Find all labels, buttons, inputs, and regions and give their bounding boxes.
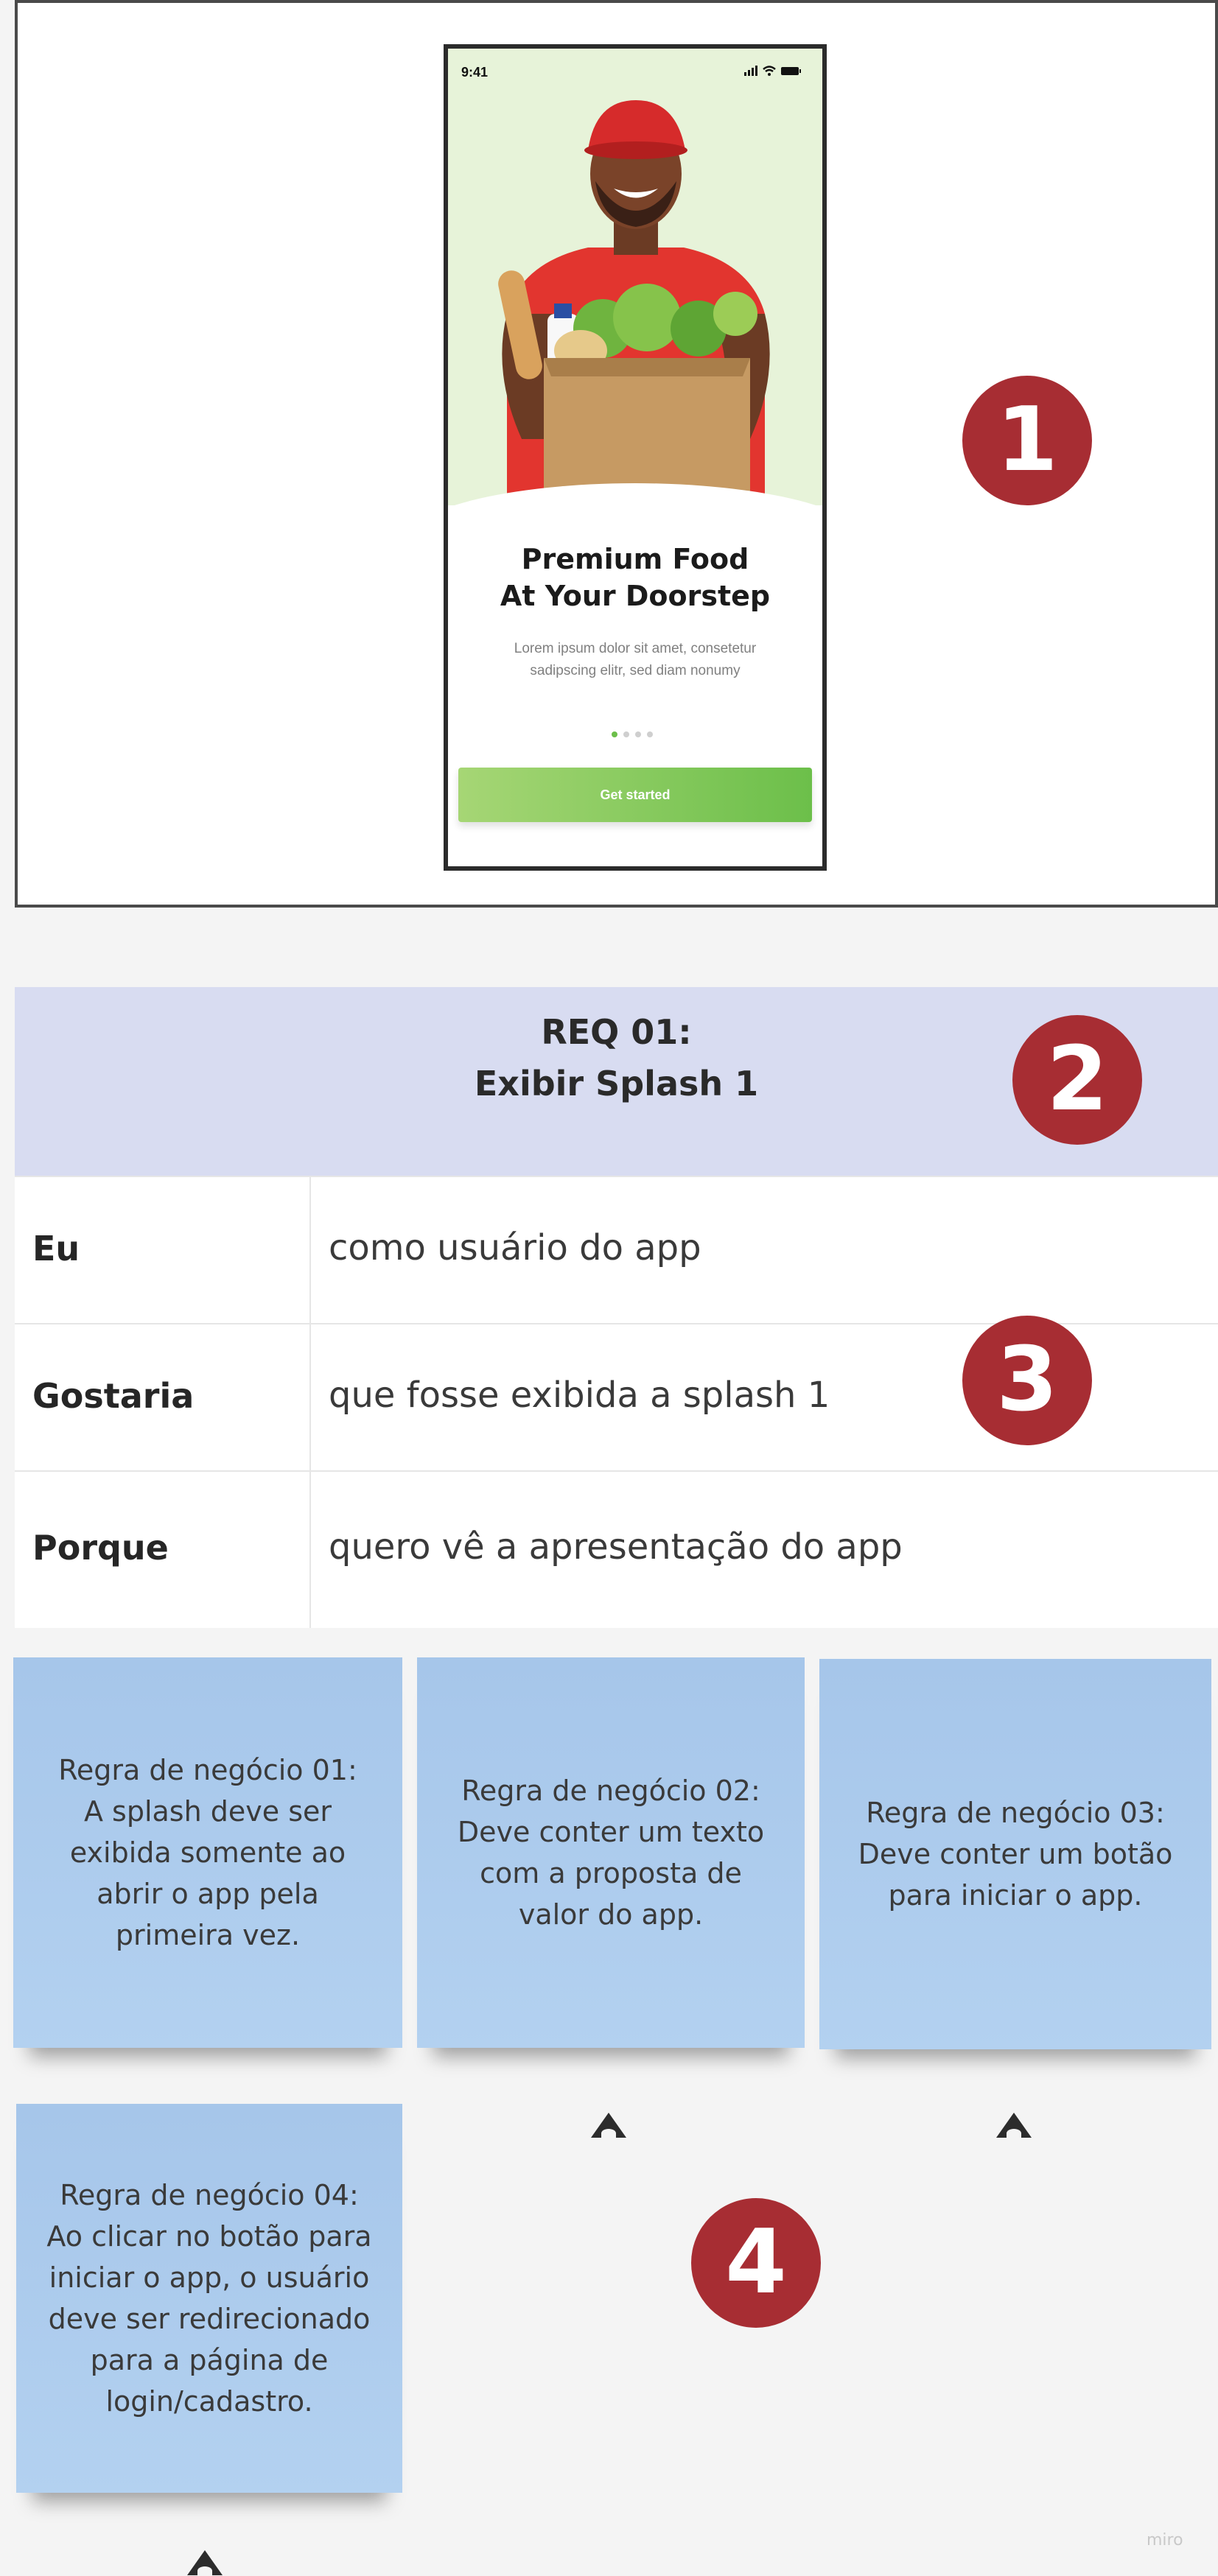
note-text: Regra de negócio 04: Ao clicar no botão … xyxy=(46,2175,371,2422)
step-badge-1: 1 xyxy=(962,376,1092,505)
note-line: para a página de xyxy=(90,2344,329,2376)
step-badge-2: 2 xyxy=(1012,1015,1142,1145)
row-value: quero vê a apresentação do app xyxy=(329,1526,903,1568)
row-value: que fosse exibida a splash 1 xyxy=(329,1375,830,1416)
onboarding-title: Premium Food At Your Doorstep xyxy=(448,541,822,614)
note-line: Ao clicar no botão para xyxy=(46,2220,372,2253)
note-line: deve ser redirecionado xyxy=(48,2303,371,2335)
note-line: Deve conter um texto xyxy=(457,1816,765,1848)
page-dot xyxy=(623,731,629,737)
description-line: Lorem ipsum dolor sit amet, consetetur xyxy=(514,641,757,656)
table-row: Porque quero vê a apresentação do app xyxy=(15,1470,1218,1628)
note-line: Regra de negócio 01: xyxy=(58,1754,357,1786)
note-line: exibida somente ao xyxy=(69,1836,346,1869)
note-line: abrir o app pela xyxy=(97,1878,319,1910)
page-indicator xyxy=(612,729,663,740)
step-badge-3: 3 xyxy=(962,1316,1092,1445)
note-line: com a proposta de xyxy=(480,1857,742,1889)
title-line: At Your Doorstep xyxy=(500,580,771,612)
miro-watermark: miro xyxy=(1147,2531,1183,2549)
cursor-arrow-icon xyxy=(996,2113,1032,2138)
note-line: para iniciar o app. xyxy=(888,1879,1143,1912)
row-label: Eu xyxy=(32,1229,80,1268)
phone-screen: 9:41 Premium Food At Your Doorstep Lorem… xyxy=(444,44,827,871)
page-dot xyxy=(635,731,641,737)
note-line: A splash deve ser xyxy=(83,1795,332,1828)
row-value: como usuário do app xyxy=(329,1227,701,1268)
note-line: Deve conter um botão xyxy=(858,1838,1173,1870)
wifi-icon xyxy=(763,66,776,76)
battery-icon xyxy=(781,67,801,75)
table-row: Eu como usuário do app xyxy=(15,1176,1218,1323)
title-line: Premium Food xyxy=(521,543,749,575)
delivery-person-image xyxy=(498,100,770,542)
note-line: Regra de negócio 03: xyxy=(866,1797,1165,1829)
note-text: Regra de negócio 02: Deve conter um text… xyxy=(458,1770,764,1935)
get-started-button[interactable]: Get started xyxy=(458,768,812,822)
page-dot xyxy=(647,731,653,737)
page-dot-active xyxy=(612,731,617,737)
sticky-note-rule-02[interactable]: Regra de negócio 02: Deve conter um text… xyxy=(417,1657,805,2048)
note-line: Regra de negócio 04: xyxy=(60,2179,359,2211)
note-text: Regra de negócio 01: A splash deve ser e… xyxy=(58,1749,357,1956)
note-line: login/cadastro. xyxy=(105,2385,313,2418)
status-bar-icons xyxy=(744,66,801,76)
note-text: Regra de negócio 03: Deve conter um botã… xyxy=(858,1792,1173,1916)
note-line: iniciar o app, o usuário xyxy=(49,2261,370,2294)
note-line: primeira vez. xyxy=(115,1919,301,1951)
status-time: 9:41 xyxy=(461,65,489,80)
description-line: sadipscing elitr, sed diam nonumy xyxy=(530,663,741,678)
onboarding-description: Lorem ipsum dolor sit amet, consetetur s… xyxy=(477,638,793,682)
note-line: Regra de negócio 02: xyxy=(461,1775,760,1807)
step-badge-4: 4 xyxy=(691,2198,821,2328)
cursor-arrow-icon xyxy=(187,2550,223,2575)
note-line: valor do app. xyxy=(518,1898,704,1931)
sticky-note-rule-03[interactable]: Regra de negócio 03: Deve conter um botã… xyxy=(819,1659,1211,2049)
sticky-note-rule-01[interactable]: Regra de negócio 01: A splash deve ser e… xyxy=(13,1657,402,2048)
row-label: Gostaria xyxy=(32,1376,195,1416)
cursor-arrow-icon xyxy=(591,2113,626,2138)
signal-icon xyxy=(744,66,757,76)
sticky-note-rule-04[interactable]: Regra de negócio 04: Ao clicar no botão … xyxy=(16,2104,402,2493)
row-label: Porque xyxy=(32,1528,169,1568)
